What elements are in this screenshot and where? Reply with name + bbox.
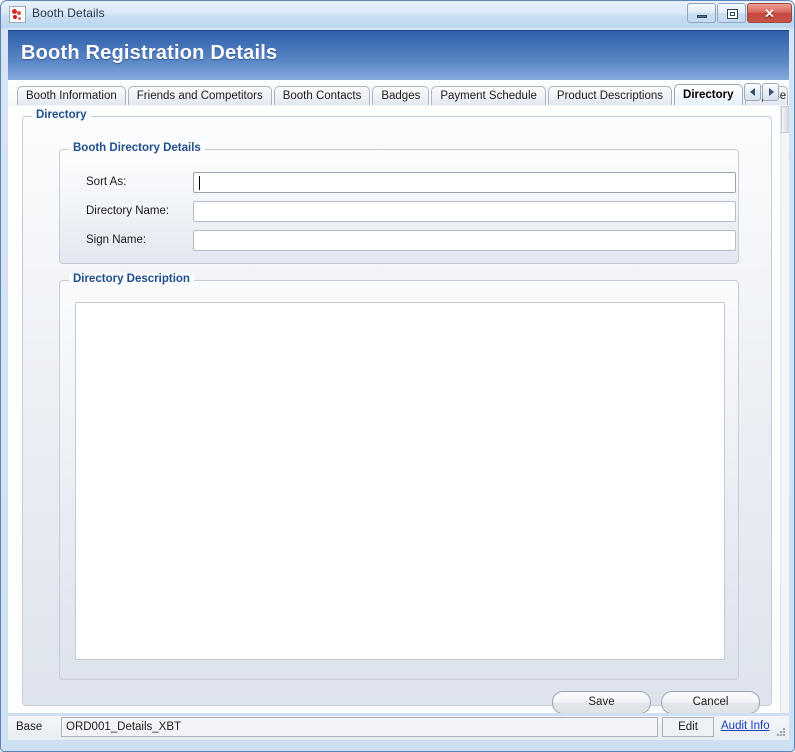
base-label: Base [16, 721, 43, 733]
tab-content-directory: Directory Booth Directory Details Sort A… [8, 106, 789, 713]
booth-directory-details-group: Booth Directory Details Sort As: Directo… [59, 142, 739, 264]
close-icon: ✕ [764, 6, 775, 21]
tab-payment-schedule[interactable]: Payment Schedule [431, 86, 546, 105]
text-caret [199, 176, 200, 190]
window-title: Booth Details [32, 6, 105, 20]
page-title: Booth Registration Details [21, 42, 278, 64]
base-value-field[interactable]: ORD001_Details_XBT [61, 717, 658, 737]
tab-friends-and-competitors[interactable]: Friends and Competitors [127, 86, 272, 105]
chevron-right-icon [768, 88, 774, 96]
minimize-icon [697, 15, 707, 18]
sort-as-input[interactable] [193, 172, 736, 193]
chevron-left-icon [749, 88, 755, 96]
tab-scroll-controls [743, 83, 779, 101]
tab-scroll-left-button[interactable] [744, 83, 761, 101]
close-button[interactable]: ✕ [747, 3, 792, 23]
tab-bar: Booth Information Friends and Competitor… [8, 80, 789, 106]
tab-booth-contacts[interactable]: Booth Contacts [273, 86, 371, 105]
audit-info-link[interactable]: Audit Info [721, 720, 770, 732]
directory-group-legend: Directory [32, 109, 91, 121]
booth-directory-details-legend: Booth Directory Details [69, 142, 205, 154]
directory-description-textarea[interactable] [75, 302, 725, 660]
field-row-sign-name: Sign Name: [60, 230, 738, 254]
directory-name-input[interactable] [193, 201, 736, 222]
sign-name-input[interactable] [193, 230, 736, 251]
tab-product-descriptions[interactable]: Product Descriptions [547, 86, 673, 105]
minimize-button[interactable] [687, 3, 716, 23]
cancel-button[interactable]: Cancel [661, 691, 760, 713]
maximize-button[interactable] [717, 3, 746, 23]
tab-badges[interactable]: Badges [372, 86, 430, 105]
content-scrollbar-thumb[interactable] [781, 106, 789, 133]
tab-scroll-right-button[interactable] [762, 83, 779, 101]
tab-booth-information[interactable]: Booth Information [17, 86, 126, 105]
tab-directory[interactable]: Directory [674, 84, 743, 105]
field-row-directory-name: Directory Name: [60, 201, 738, 225]
tab-list: Booth Information Friends and Competitor… [17, 83, 790, 105]
sign-name-label: Sign Name: [86, 234, 147, 246]
window-controls: ✕ [686, 3, 792, 23]
directory-group: Directory Booth Directory Details Sort A… [22, 109, 772, 713]
directory-description-legend: Directory Description [69, 273, 194, 285]
edit-button[interactable]: Edit [662, 717, 714, 737]
page-header: Booth Registration Details [8, 30, 789, 80]
field-row-sort-as: Sort As: [60, 172, 738, 196]
status-bar: Base ORD001_Details_XBT Edit Audit Info [8, 716, 789, 740]
application-window: Booth Details ✕ Booth Registration Detai… [0, 0, 795, 752]
window-titlebar: Booth Details ✕ [1, 1, 794, 28]
sort-as-label: Sort As: [86, 176, 127, 188]
maximize-icon [727, 9, 738, 19]
resize-grip-icon[interactable] [775, 726, 786, 737]
content-scrollbar[interactable] [780, 106, 789, 713]
directory-description-group: Directory Description [59, 273, 739, 680]
save-button[interactable]: Save [552, 691, 651, 713]
app-document-icon [9, 6, 26, 23]
directory-name-label: Directory Name: [86, 205, 170, 217]
